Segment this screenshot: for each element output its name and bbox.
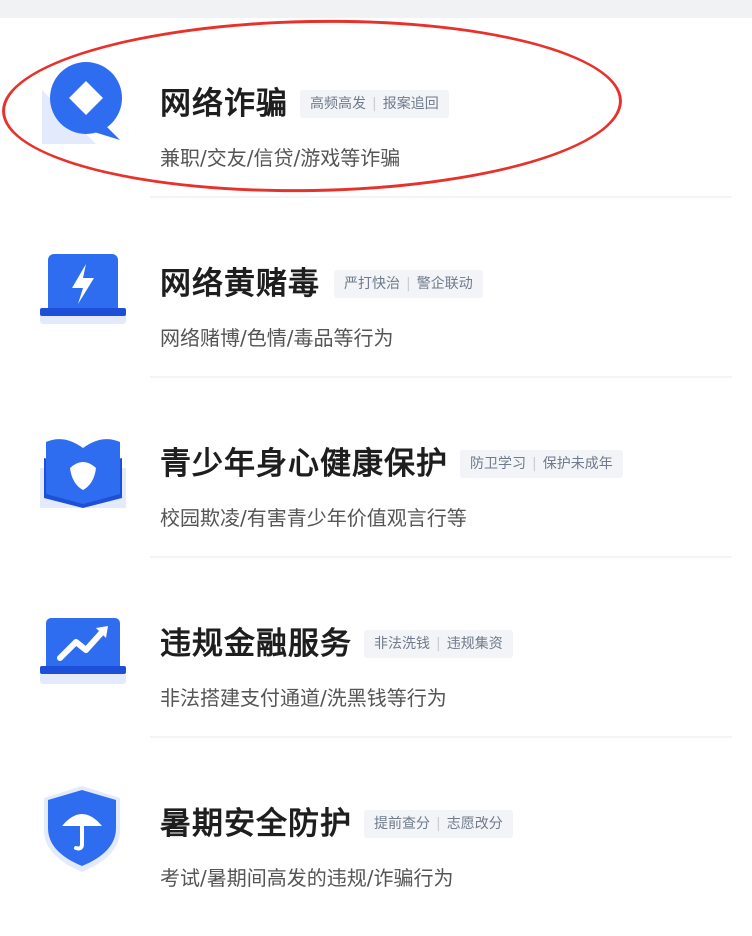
item-description: 校园欺凌/有害青少年价值观言行等 xyxy=(160,506,467,530)
tag-separator: | xyxy=(406,276,411,292)
item-title: 违规金融服务 xyxy=(160,626,352,662)
tag-separator: | xyxy=(436,636,441,652)
list-item-illegal-finance[interactable]: 违规金融服务 非法洗钱 | 违规集资 非法搭建支付通道/洗黑钱等行为 xyxy=(0,558,752,738)
lightning-laptop-icon xyxy=(36,228,130,332)
item-description: 非法搭建支付通道/洗黑钱等行为 xyxy=(160,686,447,710)
list-item-porn-gambling-drugs[interactable]: 网络黄赌毒 严打快治 | 警企联动 网络赌博/色情/毒品等行为 xyxy=(0,198,752,378)
heart-book-icon xyxy=(36,408,130,512)
item-tags: 提前查分 | 志愿改分 xyxy=(364,810,513,838)
tag: 防卫学习 xyxy=(470,456,526,472)
tag: 严打快治 xyxy=(344,276,400,292)
umbrella-shield-icon xyxy=(36,768,130,872)
list-item-youth-protection[interactable]: 青少年身心健康保护 防卫学习 | 保护未成年 校园欺凌/有害青少年价值观言行等 xyxy=(0,378,752,558)
trend-laptop-icon xyxy=(36,588,130,692)
tag: 警企联动 xyxy=(416,276,473,292)
item-title: 青少年身心健康保护 xyxy=(160,446,448,482)
item-description: 考试/暑期间高发的违规/诈骗行为 xyxy=(160,866,454,890)
tag: 非法洗钱 xyxy=(374,636,430,652)
tag-separator: | xyxy=(532,456,537,472)
item-tags: 防卫学习 | 保护未成年 xyxy=(460,450,623,478)
tag: 志愿改分 xyxy=(446,816,503,832)
list-item-summer-safety[interactable]: 暑期安全防护 提前查分 | 志愿改分 考试/暑期间高发的违规/诈骗行为 xyxy=(0,738,752,918)
tag: 提前查分 xyxy=(374,816,430,832)
tag: 保护未成年 xyxy=(542,456,613,472)
item-title: 网络黄赌毒 xyxy=(160,266,320,302)
item-title: 暑期安全防护 xyxy=(160,806,352,842)
tag: 违规集资 xyxy=(446,636,503,652)
top-bar xyxy=(0,0,752,18)
item-description: 网络赌博/色情/毒品等行为 xyxy=(160,326,394,350)
item-tags: 严打快治 | 警企联动 xyxy=(334,270,483,298)
tag-separator: | xyxy=(436,816,441,832)
item-tags: 非法洗钱 | 违规集资 xyxy=(364,630,513,658)
